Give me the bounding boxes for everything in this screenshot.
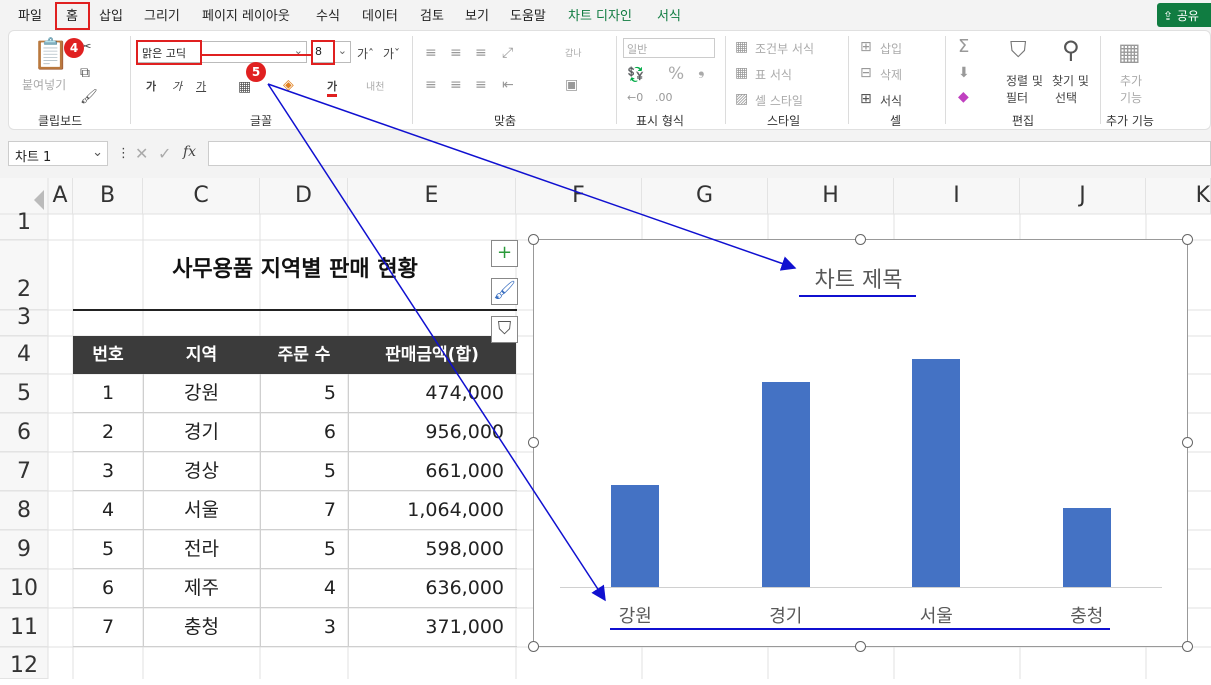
arrow-to-axis — [267, 83, 606, 602]
arrow-to-title — [267, 83, 797, 271]
annotation-arrows — [202, 54, 797, 602]
